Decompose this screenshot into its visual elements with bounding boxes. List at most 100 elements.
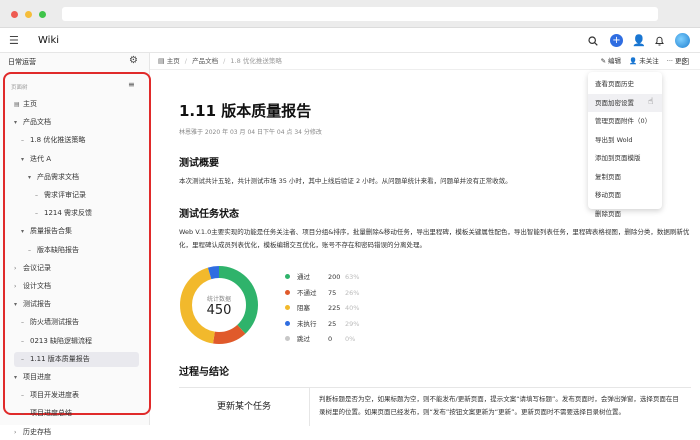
avatar[interactable] [675, 33, 690, 48]
status-text: Web V.1.0主要实现的功能是任务关注者、项目分组&排序，批量删除&移动任务… [179, 228, 690, 249]
sidebar-item-label: 历史存档 [23, 427, 51, 436]
sidebar-item[interactable]: ▾ 项目进度 [14, 370, 130, 385]
sidebar-item[interactable]: –1214 需求反馈 [35, 206, 130, 221]
tree-arrow-icon[interactable]: – [21, 352, 30, 367]
tree-arrow-icon[interactable]: › [14, 261, 23, 276]
follow-button[interactable]: 未关注 [639, 57, 659, 65]
sidebar-item-label: 1214 需求反馈 [44, 209, 93, 218]
sidebar-item[interactable]: – 需求评审记录 [35, 188, 130, 203]
tree-arrow-icon[interactable]: ▾ [28, 170, 37, 185]
sidebar-item[interactable]: – 项目进度总结 [21, 406, 130, 421]
menu-item[interactable]: 管理页面附件（0） [588, 112, 662, 131]
tree-arrow-icon[interactable]: ▾ [14, 297, 23, 312]
page-title: 1.11 版本质量报告 [179, 102, 312, 120]
home-icon: ▤ [158, 57, 165, 65]
sidebar-item[interactable]: – 项目开发进度表 [21, 388, 130, 403]
legend-value: 25 [328, 319, 337, 328]
legend-row: 阻塞 225 40% [285, 302, 375, 314]
breadcrumb-item-home[interactable]: 主页 [167, 57, 180, 65]
browser-chrome [0, 0, 700, 28]
sidebar-item[interactable]: › 历史存档 [14, 425, 130, 440]
tree-arrow-icon[interactable]: › [14, 279, 23, 294]
legend-row: 通过 200 63% [285, 271, 375, 283]
sidebar-item-label: 防火墙测试报告 [30, 318, 79, 327]
sidebar-item[interactable]: ▾ 产品需求文档 [28, 170, 130, 185]
sidebar-item[interactable]: › 设计文档 [14, 279, 130, 294]
legend-dot [285, 336, 290, 341]
sidebar-toggle-icon[interactable]: ☰ [9, 28, 19, 53]
sidebar-item[interactable]: ▤ 主页 [14, 97, 130, 112]
follow-icon: 👤 [629, 57, 638, 65]
add-button[interactable]: + [610, 34, 623, 47]
legend-label: 不通过 [297, 288, 317, 297]
sidebar-item-label: 会议记录 [23, 263, 51, 272]
table-cell-task: 更新某个任务 [179, 388, 310, 426]
sidebar-item[interactable]: ▾ 测试报告 [14, 297, 130, 312]
menu-item[interactable]: 查看页面历史 [588, 75, 662, 94]
sidebar-item-label: 1.11 版本质量报告 [30, 354, 90, 363]
legend-row: 不通过 75 26% [285, 287, 375, 299]
menu-item[interactable]: 添加到页面模版 [588, 149, 662, 168]
conclusion-table: 更新某个任务 判断标题是否为空，如果标题为空，则不能发布/更新页面，提示文案“请… [179, 387, 691, 426]
sidebar-item[interactable]: –0213 缺陷逻辑流程 [21, 334, 130, 349]
chart-center-value: 450 [206, 303, 232, 318]
tree-arrow-icon[interactable]: – [21, 334, 30, 349]
search-icon[interactable] [588, 28, 598, 53]
sidebar-item[interactable]: – 版本缺陷报告 [28, 243, 130, 258]
legend-dot [285, 274, 290, 279]
sidebar-item[interactable]: ▾ 质量报告合集 [21, 224, 130, 239]
sidebar-item-label: 项目进度 [23, 373, 51, 381]
page-meta: 林恩雅于 2020 年 03 月 04 日下午 04 点 34 分修改 [179, 129, 322, 136]
sidebar-item[interactable]: ▾ 迭代 A [21, 152, 130, 167]
conclusion-heading: 过程与结论 [179, 367, 229, 378]
legend-dot [285, 320, 290, 326]
sidebar: 日常运营 ⚙ 页面树 ≡ ▤ 主页 ▾ 产品文档 –1.8 优化推送策略 ▾ 迭代 A ▾ 产品… [0, 53, 151, 436]
sort-icon[interactable]: ≡ [128, 80, 135, 89]
tree-arrow-icon[interactable]: – [28, 243, 37, 258]
tree-arrow-icon[interactable]: ▾ [21, 224, 30, 239]
more-icon: ··· [666, 57, 673, 65]
breadcrumb-item-docs[interactable]: 产品文档 [192, 57, 218, 65]
maximize-window-dot[interactable] [39, 11, 46, 18]
menu-item[interactable]: 导出到 Wold [588, 131, 662, 150]
minimize-window-dot[interactable] [25, 11, 32, 18]
address-bar[interactable] [62, 7, 658, 21]
edit-icon: ✎ [600, 57, 607, 65]
sidebar-item[interactable]: –1.8 优化推送策略 [21, 133, 130, 148]
page-actions: ✎ 编辑 👤 未关注 ··· 更多 [595, 53, 688, 70]
tree-arrow-icon[interactable]: ▾ [14, 115, 23, 130]
menu-item[interactable]: 移动页面 [588, 186, 662, 205]
tree-arrow-icon[interactable]: – [21, 315, 30, 330]
legend-percent: 63% [345, 273, 360, 281]
close-window-dot[interactable] [11, 11, 18, 18]
sidebar-item[interactable]: ▾ 产品文档 [14, 115, 130, 130]
menu-item[interactable]: 删除页面 [588, 205, 662, 224]
tree-arrow-icon[interactable]: – [35, 206, 44, 221]
tree-arrow-icon[interactable]: ▾ [14, 370, 23, 385]
add-user-icon[interactable]: 👤 [632, 28, 646, 53]
legend-label: 未执行 [297, 319, 317, 328]
sidebar-item[interactable]: › 会议记录 [14, 261, 130, 276]
sidebar-item-label: 产品文档 [23, 118, 51, 127]
menu-item[interactable]: 复制页面 [588, 168, 662, 187]
gear-icon[interactable]: ⚙ [129, 55, 138, 66]
tree-arrow-icon[interactable]: › [14, 425, 23, 440]
tree-arrow-icon[interactable]: – [21, 406, 30, 421]
tree-arrow-icon[interactable]: – [35, 188, 44, 203]
bell-icon[interactable] [655, 28, 664, 53]
breadcrumb-item-current[interactable]: 1.8 优化推送策略 [230, 57, 281, 65]
edit-button[interactable]: 编辑 [608, 57, 621, 65]
legend-row: 跳过 0 0% [285, 333, 375, 345]
sidebar-item-label: 测试报告 [23, 300, 51, 309]
sidebar-item[interactable]: – 防火墙测试报告 [21, 315, 130, 330]
tree-arrow-icon[interactable]: ▾ [21, 152, 30, 167]
chart-center-label: 统计数据 [206, 296, 231, 303]
sidebar-item-label: 主页 [23, 100, 37, 108]
more-menu: 查看页面历史 页面加密设置 管理页面附件（0） 导出到 Wold 添加到页面模版 复制页面… [588, 72, 662, 218]
sidebar-item-label: 需求评审记录 [44, 191, 86, 199]
tree-arrow-icon[interactable]: – [21, 133, 30, 148]
tree-arrow-icon[interactable]: – [21, 388, 30, 403]
legend-value: 225 [328, 304, 341, 312]
sidebar-item[interactable]: –1.11 版本质量报告 [14, 351, 139, 367]
chat-icon[interactable]: ▢ [681, 57, 690, 67]
